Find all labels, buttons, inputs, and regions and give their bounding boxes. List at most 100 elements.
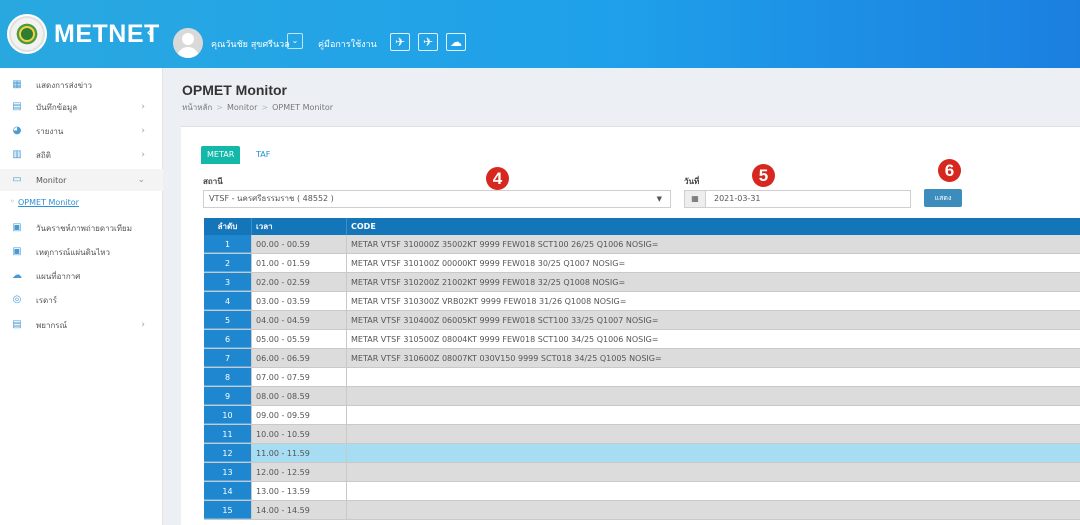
table-row: 13 12.00 - 12.59: [204, 463, 1080, 482]
image-icon: ▣: [12, 222, 22, 233]
cell-no: 3: [204, 273, 251, 291]
cell-no: 1: [204, 235, 251, 253]
cloud-icon: ☁: [12, 270, 22, 281]
cell-code: METAR VTSF 310400Z 06005KT 9999 FEW018 S…: [346, 311, 1080, 329]
tab-metar[interactable]: METAR: [201, 146, 241, 164]
cell-time: 10.00 - 10.59: [251, 425, 346, 443]
cell-no: 7: [204, 349, 251, 367]
brand[interactable]: METNET: [0, 0, 163, 68]
table-row: 11 10.00 - 10.59: [204, 425, 1080, 444]
table-row: 3 02.00 - 02.59 METAR VTSF 310200Z 21002KT…: [204, 273, 1080, 292]
table-row: 8 07.00 - 07.59: [204, 368, 1080, 387]
station-label: สถานี: [203, 177, 223, 186]
avatar[interactable]: [173, 28, 203, 58]
sidebar-item-statistics[interactable]: ▥ สถิติ ›: [0, 144, 163, 166]
sidebar-item-monitor[interactable]: ▭ Monitor ⌄: [0, 169, 163, 191]
table-row: 7 06.00 - 06.59 METAR VTSF 310600Z 08007KT…: [204, 349, 1080, 368]
date-label: วันที่: [684, 177, 700, 186]
bullet-icon: ◦: [10, 197, 15, 206]
breadcrumb-home[interactable]: หน้าหลัก: [182, 103, 212, 112]
sidebar-item-record-data[interactable]: ▤ บันทึกข้อมูล ›: [0, 96, 163, 118]
annotation-marker: 4: [486, 167, 509, 190]
username[interactable]: คุณวันชัย สุขศรีนวล: [211, 37, 290, 51]
cell-time: 08.00 - 08.59: [251, 387, 346, 405]
cell-time: 04.00 - 04.59: [251, 311, 346, 329]
table-row: 4 03.00 - 03.59 METAR VTSF 310300Z VRB02KT…: [204, 292, 1080, 311]
cell-no: 13: [204, 463, 251, 481]
cell-code: [346, 368, 1080, 386]
chevron-down-icon: ⌄: [137, 175, 145, 185]
cell-no: 15: [204, 501, 251, 519]
sidebar-item-forecast[interactable]: ▤ พยากรณ์ ›: [0, 314, 163, 336]
table-row: 5 04.00 - 04.59 METAR VTSF 310400Z 06005KT…: [204, 311, 1080, 330]
user-manual-link[interactable]: คู่มือการใช้งาน: [318, 37, 377, 51]
cell-no: 4: [204, 292, 251, 310]
chevron-right-icon: ›: [141, 150, 145, 160]
sidebar-item-reports[interactable]: ◕ รายงาน ›: [0, 120, 163, 142]
cell-time: 11.00 - 11.59: [251, 444, 346, 462]
sidebar-item-label: สถิติ: [36, 150, 51, 160]
cell-time: 13.00 - 13.59: [251, 482, 346, 500]
table-row: 15 14.00 - 14.59: [204, 501, 1080, 520]
cell-time: 02.00 - 02.59: [251, 273, 346, 291]
date-input-value: 2021-03-31: [714, 194, 761, 203]
sidebar-item-label: รายงาน: [36, 126, 64, 136]
cell-code: [346, 501, 1080, 519]
table-row: 2 01.00 - 01.59 METAR VTSF 310100Z 00000KT…: [204, 254, 1080, 273]
cell-code: METAR VTSF 310300Z VRB02KT 9999 FEW018 3…: [346, 292, 1080, 310]
document-icon: ▤: [12, 101, 22, 112]
breadcrumb-monitor[interactable]: Monitor: [227, 103, 257, 112]
chevron-right-icon: ›: [141, 126, 145, 136]
date-input[interactable]: 2021-03-31: [705, 190, 911, 208]
sidebar-item-radar[interactable]: ◎ เรดาร์: [0, 289, 163, 311]
show-button[interactable]: แสดง: [924, 189, 962, 207]
station-select[interactable]: VTSF - นครศรีธรรมราช ( 48552 ) ▼: [203, 190, 671, 208]
cell-code: METAR VTSF 310500Z 08004KT 9999 FEW018 S…: [346, 330, 1080, 348]
document-icon: ▤: [12, 319, 22, 330]
cell-time: 12.00 - 12.59: [251, 463, 346, 481]
cell-no: 12: [204, 444, 251, 462]
table-header: ลำดับ เวลา CODE: [204, 218, 1080, 235]
cell-code: METAR VTSF 310200Z 21002KT 9999 FEW018 3…: [346, 273, 1080, 291]
cell-code: [346, 387, 1080, 405]
calendar-icon[interactable]: ▦: [684, 190, 706, 208]
breadcrumb: หน้าหลัก > Monitor > OPMET Monitor: [182, 103, 334, 112]
monitor-icon: ▭: [12, 174, 22, 185]
tab-taf[interactable]: TAF: [250, 146, 276, 164]
brand-name: METNET: [54, 19, 160, 48]
chevron-left-icon[interactable]: ‹: [146, 22, 153, 43]
sidebar-item-weather-map[interactable]: ☁ แผนที่อากาศ: [0, 265, 163, 287]
cloud-icon[interactable]: ☁: [446, 33, 466, 51]
cell-time: 14.00 - 14.59: [251, 501, 346, 519]
sidebar-item-label: พยากรณ์: [36, 320, 68, 330]
sidebar-item-label: แสดงการส่งข่าว: [36, 80, 93, 90]
page-title: OPMET Monitor: [182, 82, 287, 98]
table-row: 9 08.00 - 08.59: [204, 387, 1080, 406]
annotation-marker: 5: [752, 164, 775, 187]
sidebar-item-earthquake[interactable]: ▣ เหตุการณ์แผ่นดินไหว: [0, 241, 163, 263]
sidebar-item-label: เหตุการณ์แผ่นดินไหว: [36, 247, 111, 257]
cell-no: 10: [204, 406, 251, 424]
plane-icon[interactable]: ✈: [390, 33, 410, 51]
grid-icon: ▦: [12, 79, 22, 90]
cell-no: 2: [204, 254, 251, 272]
sidebar-item-satellite[interactable]: ▣ วันคราชห์ภาพถ่ายดาวเทียม: [0, 217, 163, 239]
cell-no: 8: [204, 368, 251, 386]
column-header-code: CODE: [346, 218, 1080, 235]
tmd-logo: [7, 14, 47, 54]
sidebar-subitem-opmet-monitor[interactable]: OPMET Monitor: [18, 198, 79, 207]
metar-table: ลำดับ เวลา CODE 1 00.00 - 00.59 METAR VTSF…: [204, 218, 1080, 520]
cell-time: 07.00 - 07.59: [251, 368, 346, 386]
annotation-marker: 6: [938, 159, 961, 182]
sidebar: ▦ แสดงการส่งข่าว ▤ บันทึกข้อมูล › ◕ รายง…: [0, 68, 163, 525]
cell-code: [346, 463, 1080, 481]
cell-time: 03.00 - 03.59: [251, 292, 346, 310]
sidebar-item-message-status[interactable]: ▦ แสดงการส่งข่าว: [0, 74, 163, 96]
radar-icon: ◎: [12, 294, 22, 305]
caret-down-icon: ▼: [656, 195, 662, 203]
sidebar-item-label: วันคราชห์ภาพถ่ายดาวเทียม: [36, 223, 133, 233]
sidebar-item-label: แผนที่อากาศ: [36, 271, 81, 281]
cell-no: 5: [204, 311, 251, 329]
chevron-down-icon[interactable]: ⌄: [287, 33, 303, 49]
plane-icon[interactable]: ✈: [418, 33, 438, 51]
